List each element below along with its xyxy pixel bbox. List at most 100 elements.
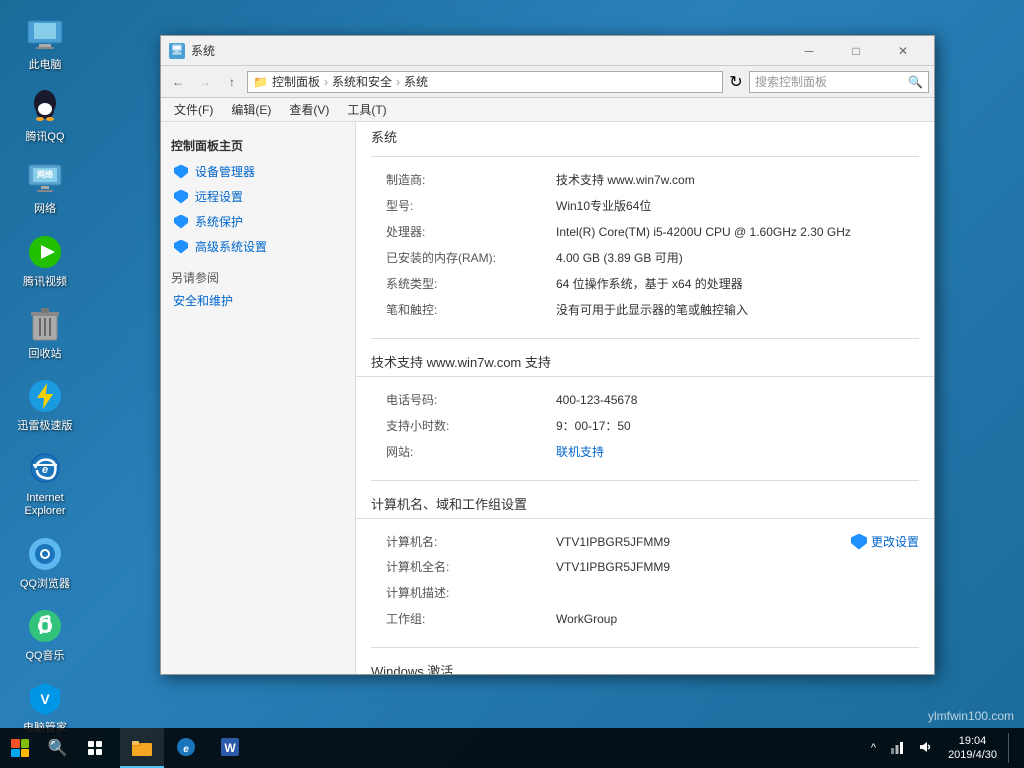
tray-network[interactable] — [884, 740, 910, 757]
info-row-website: 网站: 联机支持 — [386, 439, 919, 465]
support-info-table: 电话号码: 400-123-45678 支持小时数: 9：00-17：50 网站… — [356, 382, 934, 475]
change-settings-button[interactable]: 更改设置 — [851, 533, 919, 550]
processor-value: Intel(R) Core(TM) i5-4200U CPU @ 1.60GHz… — [556, 223, 919, 241]
clock-time: 19:04 — [948, 734, 997, 748]
desktop-icon-ie[interactable]: e Internet Explorer — [10, 443, 80, 523]
sidebar-device-manager[interactable]: 设备管理器 — [161, 159, 355, 184]
desktop-icon-tencent-qq[interactable]: 腾讯QQ — [10, 82, 80, 149]
back-button[interactable]: ← — [166, 70, 190, 94]
tencent-video-icon — [25, 232, 65, 272]
tray-volume[interactable] — [913, 740, 937, 757]
description-value — [556, 584, 919, 602]
desktop-watermark: ylmfwin100.com — [928, 709, 1014, 723]
breadcrumb[interactable]: 📁 控制面板 › 系统和安全 › 系统 — [247, 71, 723, 93]
desktop-icon-thunder[interactable]: 迅雷极速版 — [10, 371, 80, 438]
sidebar: 控制面板主页 设备管理器 远程设置 — [161, 122, 356, 674]
sidebar-system-protection[interactable]: 系统保护 — [161, 209, 355, 234]
desktop-icons: 此电脑 腾讯QQ — [10, 10, 80, 740]
desktop-icon-recycle-bin[interactable]: 回收站 — [10, 299, 80, 366]
up-button[interactable]: ↑ — [220, 70, 244, 94]
breadcrumb-system: 系统 — [404, 73, 428, 90]
this-pc-label: 此电脑 — [29, 59, 62, 72]
taskbar-ie[interactable]: e — [164, 728, 208, 768]
window-controls: ─ □ ✕ — [786, 36, 926, 66]
taskbar-apps: e W — [115, 728, 866, 768]
sidebar-remote-settings[interactable]: 远程设置 — [161, 184, 355, 209]
search-box[interactable]: 搜索控制面板 🔍 — [749, 71, 929, 93]
menu-view[interactable]: 查看(V) — [281, 99, 337, 120]
desktop-icon-this-pc[interactable]: 此电脑 — [10, 10, 80, 77]
taskbar-search-button[interactable]: 🔍 — [40, 728, 75, 768]
system-protection-icon — [173, 214, 189, 230]
info-row-manufacturer: 制造商: 技术支持 www.win7w.com — [386, 167, 919, 193]
forward-button[interactable]: → — [193, 70, 217, 94]
hours-label: 支持小时数: — [386, 417, 556, 435]
desktop: 此电脑 腾讯QQ — [0, 0, 1024, 768]
system-protection-label: 系统保护 — [195, 213, 243, 230]
tencent-qq-label: 腾讯QQ — [25, 131, 64, 144]
svg-text:V: V — [40, 691, 50, 707]
tray-clock[interactable]: 19:04 2019/4/30 — [940, 734, 1005, 763]
sidebar-main-title: 控制面板主页 — [161, 132, 355, 159]
pen-touch-label: 笔和触控: — [386, 301, 556, 319]
full-name-label: 计算机全名: — [386, 558, 556, 576]
divider-2 — [371, 338, 919, 339]
recycle-bin-label: 回收站 — [29, 348, 62, 361]
breadcrumb-path: 控制面板 — [272, 73, 320, 90]
workgroup-value: WorkGroup — [556, 610, 919, 628]
qq-browser-icon — [25, 534, 65, 574]
taskbar-file-explorer[interactable] — [120, 728, 164, 768]
breadcrumb-folder-icon: 📁 — [253, 75, 268, 89]
clock-date: 2019/4/30 — [948, 748, 997, 762]
maximize-button[interactable]: □ — [833, 36, 879, 66]
show-desktop-button[interactable] — [1008, 733, 1019, 763]
window-title: 系统 — [191, 42, 786, 59]
divider-3 — [371, 480, 919, 481]
info-row-hours: 支持小时数: 9：00-17：50 — [386, 413, 919, 439]
full-name-value: VTV1IPBGR5JFMM9 — [556, 558, 919, 576]
menu-edit[interactable]: 编辑(E) — [223, 99, 279, 120]
window-titlebar: 🖥 系统 ─ □ ✕ — [161, 36, 934, 66]
menu-bar: 文件(F) 编辑(E) 查看(V) 工具(T) — [161, 98, 934, 122]
desktop-icon-qq-browser[interactable]: QQ浏览器 — [10, 529, 80, 596]
system-type-label: 系统类型: — [386, 275, 556, 293]
computer-name-label: 计算机名: — [386, 533, 556, 550]
website-link[interactable]: 联机支持 — [556, 443, 919, 461]
tencent-qq-icon — [25, 87, 65, 127]
close-button[interactable]: ✕ — [880, 36, 926, 66]
desktop-icon-tencent-video[interactable]: 腾讯视频 — [10, 227, 80, 294]
this-pc-icon — [25, 15, 65, 55]
taskbar-task-view[interactable] — [75, 728, 115, 768]
taskbar-word[interactable]: W — [208, 728, 252, 768]
menu-file[interactable]: 文件(F) — [166, 99, 221, 120]
pc-manager-icon: V — [25, 678, 65, 718]
support-section-header: 技术支持 www.win7w.com 支持 — [356, 344, 934, 377]
phone-value: 400-123-45678 — [556, 391, 919, 409]
ram-value: 4.00 GB (3.89 GB 可用) — [556, 249, 919, 267]
advanced-settings-label: 高级系统设置 — [195, 238, 267, 255]
manufacturer-value: 技术支持 www.win7w.com — [556, 171, 919, 189]
start-button[interactable] — [0, 728, 40, 768]
ie-label: Internet Explorer — [15, 492, 75, 518]
thunder-icon — [25, 376, 65, 416]
desktop-icon-network[interactable]: 网络 网络 — [10, 154, 80, 221]
model-label: 型号: — [386, 197, 556, 215]
refresh-button[interactable]: ↻ — [726, 72, 746, 92]
network-label: 网络 — [34, 203, 56, 216]
tray-show-hidden[interactable]: ^ — [866, 742, 881, 754]
taskbar: 🔍 e — [0, 728, 1024, 768]
qq-browser-label: QQ浏览器 — [20, 578, 70, 591]
sidebar-advanced-settings[interactable]: 高级系统设置 — [161, 234, 355, 259]
processor-label: 处理器: — [386, 223, 556, 241]
thunder-label: 迅雷极速版 — [18, 420, 73, 433]
minimize-button[interactable]: ─ — [786, 36, 832, 66]
qq-music-label: QQ音乐 — [25, 650, 64, 663]
address-bar: ← → ↑ 📁 控制面板 › 系统和安全 › 系统 ↻ 搜索控制面板 🔍 — [161, 66, 934, 98]
sidebar-security-maintenance[interactable]: 安全和维护 — [161, 289, 355, 312]
menu-tools[interactable]: 工具(T) — [339, 99, 394, 120]
phone-label: 电话号码: — [386, 391, 556, 409]
main-content: 系统 制造商: 技术支持 www.win7w.com 型号: Win10专业版6… — [356, 122, 934, 674]
recycle-bin-icon — [25, 304, 65, 344]
desktop-icon-qq-music[interactable]: QQ音乐 — [10, 601, 80, 668]
info-row-processor: 处理器: Intel(R) Core(TM) i5-4200U CPU @ 1.… — [386, 219, 919, 245]
